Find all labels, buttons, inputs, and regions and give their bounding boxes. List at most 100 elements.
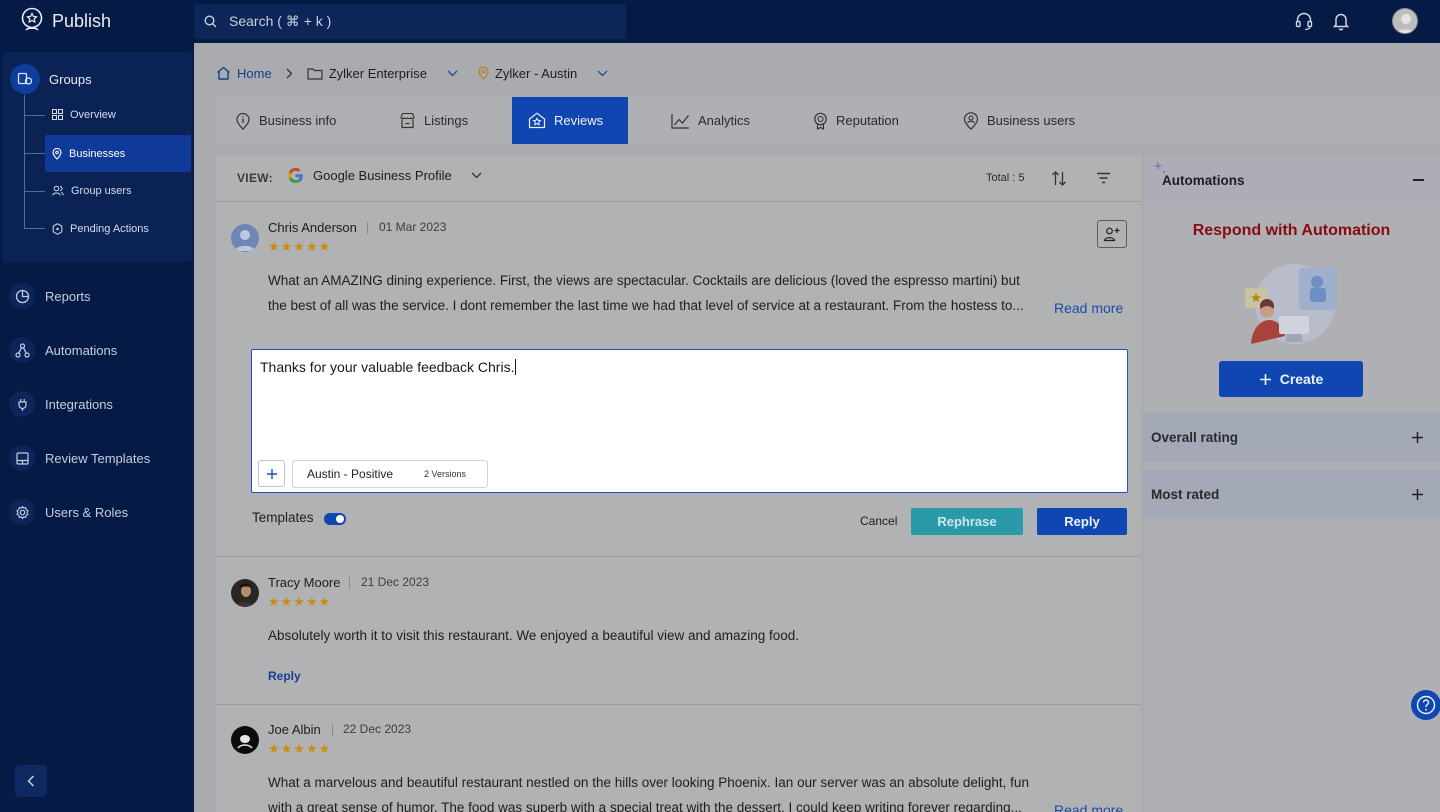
reply-text-input[interactable]: Thanks for your valuable feedback Chris. <box>260 359 517 375</box>
view-source-select[interactable]: Google Business Profile <box>287 167 482 184</box>
user-avatar[interactable] <box>1392 8 1418 34</box>
sidebar-item-group-users[interactable]: Group users <box>45 172 191 209</box>
line-chart-icon <box>671 113 690 129</box>
sidebar-item-businesses[interactable]: Businesses <box>45 135 191 172</box>
headset-icon[interactable] <box>1295 11 1313 31</box>
assign-user-button[interactable] <box>1097 220 1127 248</box>
reviewer-avatar <box>231 579 259 607</box>
sidebar-item-integrations[interactable]: Integrations <box>9 391 113 417</box>
star-rating: ★★★★★ <box>268 741 332 756</box>
breadcrumb-home[interactable]: Home <box>237 66 272 81</box>
reply-text: Thanks for your valuable feedback Chris. <box>260 359 515 375</box>
search-bar[interactable]: Search ( ⌘ + k ) <box>194 4 626 39</box>
tab-label: Business users <box>987 113 1076 128</box>
tab-reputation[interactable]: Reputation <box>813 97 899 144</box>
tab-analytics[interactable]: Analytics <box>671 97 750 144</box>
text-caret <box>515 359 517 375</box>
divider <box>349 577 350 589</box>
plus-icon[interactable] <box>1411 484 1424 501</box>
sidebar-item-overview[interactable]: Overview <box>45 96 191 133</box>
overall-rating-section[interactable]: Overall rating <box>1143 413 1440 462</box>
review-text-line: the best of all was the service. I dont … <box>268 298 1024 313</box>
automation-headline: Respond with Automation <box>1192 222 1391 239</box>
sidebar-item-label: Integrations <box>45 396 113 412</box>
chevron-right-icon <box>286 68 293 79</box>
divider <box>332 724 333 736</box>
sidebar-item-users-roles[interactable]: Users & Roles <box>9 499 128 525</box>
collapse-sidebar-button[interactable] <box>15 765 47 797</box>
sidebar-item-label: Overview <box>70 108 116 121</box>
review-date: 01 Mar 2023 <box>379 220 447 234</box>
templates-toggle[interactable] <box>324 513 346 525</box>
plus-icon <box>1259 373 1272 386</box>
cancel-button[interactable]: Cancel <box>860 514 897 528</box>
search-icon <box>204 15 217 28</box>
template-chip[interactable]: Austin - Positive 2 Versions <box>292 460 488 488</box>
minus-icon[interactable] <box>1413 179 1424 181</box>
plus-icon <box>266 468 278 480</box>
chevron-down-icon[interactable] <box>447 70 458 77</box>
sidebar-item-review-templates[interactable]: Review Templates <box>9 445 150 471</box>
sidebar-item-pending-actions[interactable]: Pending Actions <box>45 210 191 247</box>
chevron-down-icon[interactable] <box>597 70 608 77</box>
tab-reviews[interactable]: Reviews <box>512 97 628 144</box>
folder-icon <box>307 67 323 80</box>
breadcrumb-org[interactable]: Zylker Enterprise <box>329 66 427 81</box>
sidebar-item-label: Review Templates <box>45 450 151 466</box>
google-icon <box>287 167 304 184</box>
sidebar-item-label: Businesses <box>69 147 126 160</box>
review-item: Chris Anderson 01 Mar 2023 ★★★★★ What an… <box>216 203 1141 557</box>
reply-editor[interactable]: Thanks for your valuable feedback Chris.… <box>251 349 1128 493</box>
create-automation-button[interactable]: Create <box>1219 361 1363 397</box>
sidebar-item-groups[interactable]: Groups <box>10 64 185 94</box>
breadcrumb: Home Zylker Enterprise Zylker - Austin <box>216 62 608 84</box>
reply-link[interactable]: Reply <box>268 669 301 683</box>
most-rated-section[interactable]: Most rated <box>1143 470 1440 519</box>
section-title: Overall rating <box>1151 430 1239 445</box>
tab-label: Analytics <box>698 113 751 128</box>
plug-icon <box>9 391 35 417</box>
app-brand[interactable]: Publish <box>20 7 111 35</box>
filter-icon[interactable] <box>1096 172 1111 184</box>
sidebar-item-label: Groups <box>49 71 92 87</box>
reviews-icon <box>528 112 546 129</box>
review-text-line: What a marvelous and beautiful restauran… <box>268 775 1029 790</box>
sidebar-item-label: Users & Roles <box>45 504 129 520</box>
plus-icon[interactable] <box>1411 427 1424 444</box>
read-more-link[interactable]: Read more <box>1054 802 1123 812</box>
reply-button[interactable]: Reply <box>1037 508 1127 535</box>
groups-icon <box>10 64 40 94</box>
total-count: Total : 5 <box>986 172 1025 184</box>
user-location-icon <box>963 111 979 130</box>
tab-label: Reputation <box>836 113 899 128</box>
tree-branch <box>24 115 45 116</box>
tree-branch <box>24 191 45 192</box>
sidebar: Groups Overview Businesses Group users P… <box>0 43 194 812</box>
review-date: 21 Dec 2023 <box>361 575 430 589</box>
publish-logo-icon <box>20 7 44 35</box>
sort-icon[interactable] <box>1051 170 1067 187</box>
bell-icon[interactable] <box>1332 11 1350 31</box>
template-versions: 2 Versions <box>424 469 467 479</box>
sidebar-item-reports[interactable]: Reports <box>9 283 91 309</box>
automations-header[interactable]: Automations <box>1143 156 1440 206</box>
review-text-line: What an AMAZING dining experience. First… <box>268 273 1020 288</box>
sidebar-item-automations[interactable]: Automations <box>9 337 117 363</box>
tree-branch <box>24 228 45 229</box>
tab-business-info[interactable]: Business info <box>235 97 336 144</box>
sidebar-item-label: Reports <box>45 288 91 304</box>
tab-listings[interactable]: Listings <box>399 97 468 144</box>
sidebar-item-label: Pending Actions <box>70 222 149 235</box>
add-template-button[interactable] <box>258 460 285 487</box>
rephrase-button[interactable]: Rephrase <box>911 508 1023 535</box>
home-icon[interactable] <box>216 66 231 80</box>
template-icon <box>9 445 35 471</box>
help-button[interactable] <box>1411 690 1440 720</box>
read-more-link[interactable]: Read more <box>1054 300 1123 316</box>
tab-bar: Business info Listings Reviews Analytics… <box>216 97 1440 144</box>
tab-business-users[interactable]: Business users <box>963 97 1075 144</box>
search-placeholder: Search ( ⌘ + k ) <box>229 13 332 29</box>
sidebar-item-label: Automations <box>45 342 118 358</box>
breadcrumb-location[interactable]: Zylker - Austin <box>495 66 577 81</box>
template-name: Austin - Positive <box>307 467 394 481</box>
